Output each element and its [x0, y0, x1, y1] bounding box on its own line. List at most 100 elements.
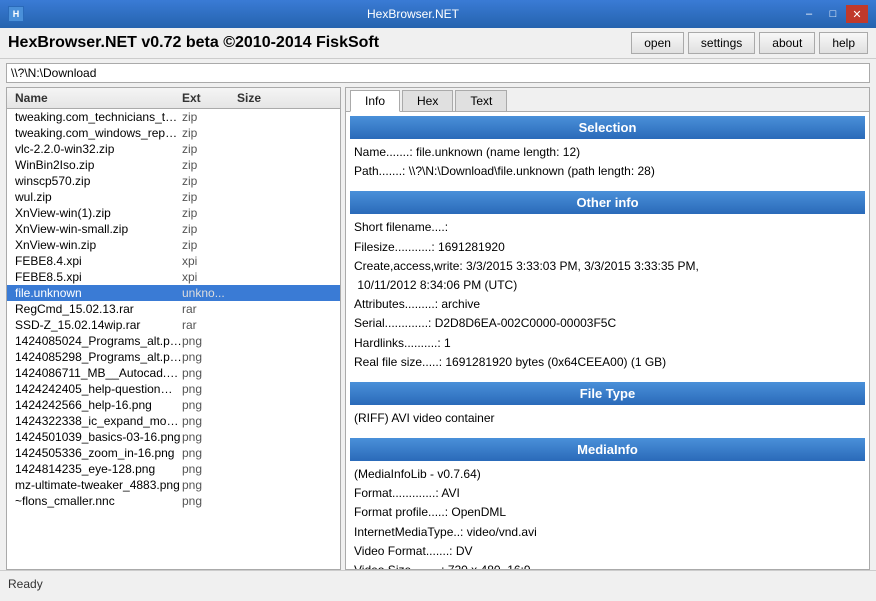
file-row[interactable]: 1424085298_Programs_alt.png png	[7, 349, 340, 365]
file-name: tweaking.com_technicians_toolbox_port...	[7, 110, 182, 124]
file-name: 1424086711_MB__Autocad.png	[7, 366, 182, 380]
info-line: Path.......: \\?\N:\Download\file.unknow…	[354, 162, 861, 181]
file-ext: png	[182, 334, 237, 348]
file-row[interactable]: FEBE8.4.xpi xpi	[7, 253, 340, 269]
file-name: mz-ultimate-tweaker_4883.png	[7, 478, 182, 492]
file-row[interactable]: 1424814235_eye-128.png png	[7, 461, 340, 477]
info-content[interactable]: SelectionName.......: file.unknown (name…	[346, 112, 869, 569]
file-row[interactable]: XnView-win-small.zip zip	[7, 221, 340, 237]
file-name: 1424322338_ic_expand_more_48px-16....	[7, 414, 182, 428]
file-ext: png	[182, 350, 237, 364]
info-line: (MediaInfoLib - v0.7.64)	[354, 465, 861, 484]
file-name: XnView-win-small.zip	[7, 222, 182, 236]
file-row[interactable]: 1424501039_basics-03-16.png png	[7, 429, 340, 445]
tab-hex[interactable]: Hex	[402, 90, 453, 111]
file-row[interactable]: ~flons_cmaller.nnc png	[7, 493, 340, 509]
info-line: Attributes.........: archive	[354, 295, 861, 314]
minimize-button[interactable]: –	[798, 5, 820, 23]
file-row[interactable]: tweaking.com_windows_repair_aio.zip zip	[7, 125, 340, 141]
section-header-selection: Selection	[350, 116, 865, 139]
section-header-media-info: MediaInfo	[350, 438, 865, 461]
menu-bar: HexBrowser.NET v0.72 beta ©2010-2014 Fis…	[0, 28, 876, 59]
file-row[interactable]: XnView-win(1).zip zip	[7, 205, 340, 221]
file-ext: png	[182, 430, 237, 444]
title-bar-icon: H	[8, 6, 24, 22]
file-ext: zip	[182, 174, 237, 188]
file-ext: xpi	[182, 270, 237, 284]
info-line: Filesize...........: 1691281920	[354, 238, 861, 257]
file-row[interactable]: 1424505336_zoom_in-16.png png	[7, 445, 340, 461]
file-ext: png	[182, 414, 237, 428]
file-name: ~flons_cmaller.nnc	[7, 494, 182, 508]
file-row[interactable]: tweaking.com_technicians_toolbox_port...…	[7, 109, 340, 125]
file-ext: rar	[182, 302, 237, 316]
about-button[interactable]: about	[759, 32, 815, 54]
section-content-file-type: (RIFF) AVI video container	[346, 407, 869, 434]
info-line: Real file size.....: 1691281920 bytes (0…	[354, 353, 861, 372]
title-bar-title: HexBrowser.NET	[30, 7, 796, 21]
help-button[interactable]: help	[819, 32, 868, 54]
file-row[interactable]: file.unknown unkno...	[7, 285, 340, 301]
info-line: Create,access,write: 3/3/2015 3:33:03 PM…	[354, 257, 861, 276]
file-name: 1424085298_Programs_alt.png	[7, 350, 182, 364]
section-content-media-info: (MediaInfoLib - v0.7.64)Format..........…	[346, 463, 869, 569]
title-bar: H HexBrowser.NET – □ ✕	[0, 0, 876, 28]
info-line: Serial.............: D2D8D6EA-002C0000-0…	[354, 314, 861, 333]
info-line: Hardlinks..........: 1	[354, 334, 861, 353]
file-name: RegCmd_15.02.13.rar	[7, 302, 182, 316]
file-row[interactable]: vlc-2.2.0-win32.zip zip	[7, 141, 340, 157]
info-line: Format profile.....: OpenDML	[354, 503, 861, 522]
file-ext: png	[182, 366, 237, 380]
col-name-header: Name	[7, 91, 182, 105]
file-row[interactable]: wul.zip zip	[7, 189, 340, 205]
maximize-button[interactable]: □	[822, 5, 844, 23]
status-bar: Ready	[0, 570, 876, 596]
file-ext: zip	[182, 110, 237, 124]
info-line: Video Format.......: DV	[354, 542, 861, 561]
file-ext: png	[182, 462, 237, 476]
file-row[interactable]: RegCmd_15.02.13.rar rar	[7, 301, 340, 317]
file-row[interactable]: 1424242405_help-questionmark-16.png png	[7, 381, 340, 397]
settings-button[interactable]: settings	[688, 32, 755, 54]
file-row[interactable]: FEBE8.5.xpi xpi	[7, 269, 340, 285]
info-line: (RIFF) AVI video container	[354, 409, 861, 428]
file-ext: zip	[182, 222, 237, 236]
open-button[interactable]: open	[631, 32, 684, 54]
file-ext: zip	[182, 190, 237, 204]
file-ext: zip	[182, 158, 237, 172]
file-row[interactable]: 1424322338_ic_expand_more_48px-16.... pn…	[7, 413, 340, 429]
file-ext: rar	[182, 318, 237, 332]
path-bar[interactable]: \\?\N:\Download	[6, 63, 870, 83]
info-line: 10/11/2012 8:34:06 PM (UTC)	[354, 276, 861, 295]
file-name: vlc-2.2.0-win32.zip	[7, 142, 182, 156]
file-name: WinBin2Iso.zip	[7, 158, 182, 172]
file-ext: png	[182, 446, 237, 460]
close-button[interactable]: ✕	[846, 5, 868, 23]
file-row[interactable]: XnView-win.zip zip	[7, 237, 340, 253]
file-name: tweaking.com_windows_repair_aio.zip	[7, 126, 182, 140]
file-name: SSD-Z_15.02.14wip.rar	[7, 318, 182, 332]
info-line: InternetMediaType..: video/vnd.avi	[354, 523, 861, 542]
file-name: XnView-win.zip	[7, 238, 182, 252]
file-name: file.unknown	[7, 286, 182, 300]
file-ext: unkno...	[182, 286, 237, 300]
tab-info[interactable]: Info	[350, 90, 400, 112]
file-row[interactable]: winscp570.zip zip	[7, 173, 340, 189]
file-list-header: Name Ext Size	[7, 88, 340, 109]
file-row[interactable]: SSD-Z_15.02.14wip.rar rar	[7, 317, 340, 333]
right-pane: Info Hex Text SelectionName.......: file…	[345, 87, 870, 570]
col-ext-header: Ext	[182, 91, 237, 105]
file-ext: zip	[182, 126, 237, 140]
file-row[interactable]: 1424086711_MB__Autocad.png png	[7, 365, 340, 381]
file-row[interactable]: 1424242566_help-16.png png	[7, 397, 340, 413]
file-row[interactable]: mz-ultimate-tweaker_4883.png png	[7, 477, 340, 493]
tab-text[interactable]: Text	[455, 90, 507, 111]
app-title: HexBrowser.NET v0.72 beta ©2010-2014 Fis…	[8, 34, 379, 52]
header-buttons: open settings about help	[631, 32, 868, 54]
file-row[interactable]: WinBin2Iso.zip zip	[7, 157, 340, 173]
file-list-scroll[interactable]: tweaking.com_technicians_toolbox_port...…	[7, 109, 340, 569]
file-row[interactable]: 1424085024_Programs_alt.png png	[7, 333, 340, 349]
file-ext: zip	[182, 206, 237, 220]
file-name: 1424242405_help-questionmark-16.png	[7, 382, 182, 396]
file-ext: png	[182, 494, 237, 508]
